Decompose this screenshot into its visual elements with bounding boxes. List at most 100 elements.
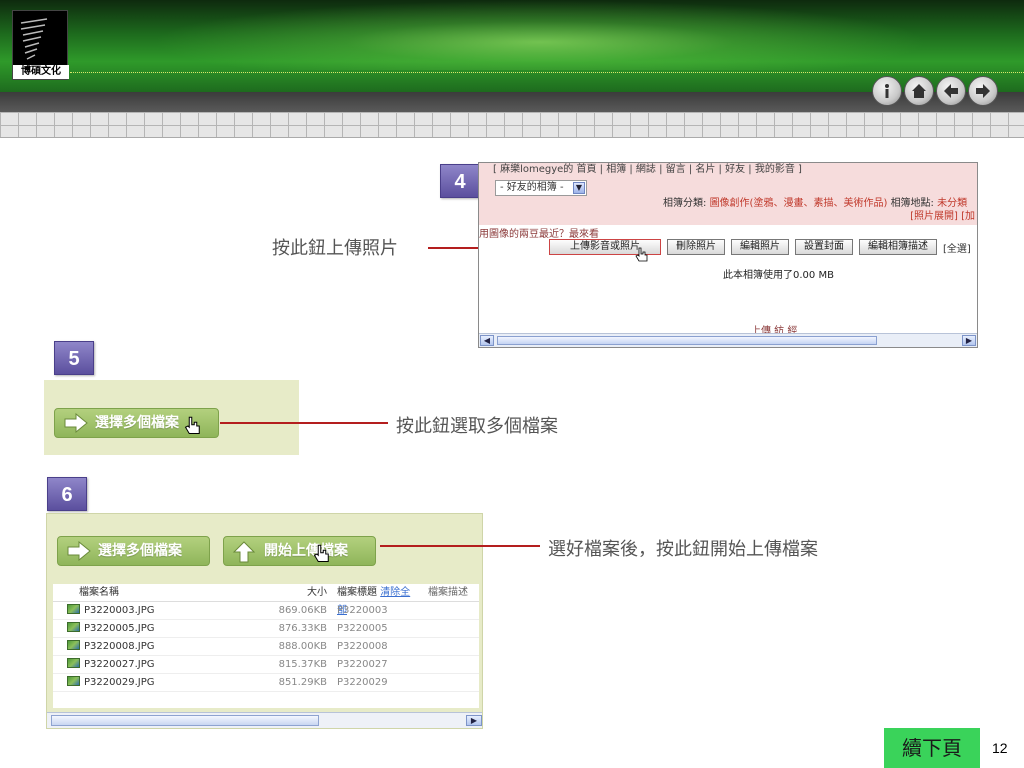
file-description[interactable] xyxy=(417,638,479,655)
next-page-button[interactable]: 續下頁 xyxy=(884,728,980,768)
chevron-down-icon[interactable]: ▼ xyxy=(573,182,585,194)
hand-cursor-icon xyxy=(184,416,200,434)
file-name-cell: P3220005.JPG xyxy=(53,620,263,637)
file-size: 815.37KB xyxy=(278,659,327,670)
grid-band xyxy=(0,112,1024,138)
header-dotted-line xyxy=(70,72,1024,73)
hand-cursor-icon xyxy=(635,247,648,262)
album-top-nav[interactable]: [ 麻樂lomegye的 首頁 | 相簿 | 網誌 | 留言 | 名片 | 好友… xyxy=(493,163,802,175)
category-value[interactable]: 圖像創作(塗鴉、漫畫、素描、美術作品) xyxy=(710,198,888,209)
header-bottom-bar xyxy=(0,92,1024,112)
step-5-callout: 按此鈕選取多個檔案 xyxy=(396,416,558,437)
file-description[interactable] xyxy=(417,620,479,637)
file-title[interactable]: P3220027 xyxy=(333,656,417,673)
file-name: P3220008.JPG xyxy=(84,641,155,652)
select-multiple-files-label: 選擇多個檔案 xyxy=(98,543,182,559)
file-rows: P3220003.JPG 869.06KB P3220003 P3220005.JPG… xyxy=(53,602,479,692)
right-arrow-icon xyxy=(67,541,91,561)
step-6-badge: 6 xyxy=(47,477,87,511)
file-description[interactable] xyxy=(417,674,479,691)
file-title[interactable]: P3220003 xyxy=(333,602,417,619)
logo-text: 博碩文化 xyxy=(13,65,69,79)
header-file-name: 檔案名稱 xyxy=(79,587,119,598)
horizontal-scrollbar[interactable]: ◀ ▶ xyxy=(479,333,977,347)
header-file-title-label: 檔案標題 xyxy=(337,587,377,598)
select-files-screenshot: 選擇多個檔案 xyxy=(44,380,299,455)
file-size: 876.33KB xyxy=(278,623,327,634)
forward-arrow-icon[interactable] xyxy=(968,76,998,106)
hand-cursor-icon xyxy=(313,544,329,562)
home-icon[interactable] xyxy=(904,76,934,106)
logo-mark-icon xyxy=(20,18,48,60)
album-usage-text: 此本相簿使用了0.00 MB xyxy=(723,270,834,281)
file-name: P3220027.JPG xyxy=(84,659,155,670)
table-row[interactable]: P3220008.JPG 888.00KB P3220008 xyxy=(53,638,479,656)
header-file-title: 檔案標題 清除全部 xyxy=(333,584,417,616)
file-name-cell: P3220003.JPG xyxy=(53,602,263,619)
album-select[interactable]: - 好友的相簿 - ▼ xyxy=(495,180,587,196)
file-size: 888.00KB xyxy=(278,641,327,652)
file-size: 869.06KB xyxy=(278,605,327,616)
select-all-link[interactable]: [全選] xyxy=(943,240,971,255)
header-banner: 博碩文化 xyxy=(0,0,1024,112)
step-5-callout-line xyxy=(220,422,388,424)
image-file-icon xyxy=(67,658,80,668)
slide-nav-buttons xyxy=(872,76,998,106)
album-select-value: - 好友的相簿 - xyxy=(500,182,564,193)
info-icon[interactable] xyxy=(872,76,902,106)
select-multiple-files-label: 選擇多個檔案 xyxy=(95,415,179,431)
edit-photo-button[interactable]: 編輯照片 xyxy=(731,239,789,255)
page-number: 12 xyxy=(992,740,1008,756)
set-cover-button[interactable]: 設置封面 xyxy=(795,239,853,255)
table-row[interactable]: P3220027.JPG 815.37KB P3220027 xyxy=(53,656,479,674)
file-name-cell: P3220029.JPG xyxy=(53,674,263,691)
table-row[interactable]: P3220005.JPG 876.33KB P3220005 xyxy=(53,620,479,638)
publisher-logo: 博碩文化 xyxy=(12,10,69,80)
file-name-cell: P3220008.JPG xyxy=(53,638,263,655)
scroll-left-icon[interactable]: ◀ xyxy=(480,335,494,346)
album-action-buttons: 上傳影音或照片 刪除照片 編輯照片 設置封面 編輯相簿描述 [全選] xyxy=(549,239,971,255)
image-file-icon xyxy=(67,622,80,632)
file-description[interactable] xyxy=(417,656,479,673)
album-tip-link[interactable]: 用圖像的兩豆最近？最來看 xyxy=(479,225,599,240)
step-4-callout: 按此鈕上傳照片 xyxy=(272,238,398,259)
header-file-size: 大小 xyxy=(307,587,327,598)
file-queue-table: 檔案名稱 大小 檔案標題 清除全部 檔案描述 P3220003.JPG 869.0… xyxy=(53,584,479,708)
file-name: P3220029.JPG xyxy=(84,677,155,688)
scrollbar-thumb[interactable] xyxy=(51,715,319,726)
step-5-badge: 5 xyxy=(54,341,94,375)
edit-album-description-button[interactable]: 編輯相簿描述 xyxy=(859,239,937,255)
table-row[interactable]: P3220003.JPG 869.06KB P3220003 xyxy=(53,602,479,620)
file-title[interactable]: P3220029 xyxy=(333,674,417,691)
scroll-right-icon[interactable]: ▶ xyxy=(466,715,482,726)
photo-expand-link[interactable]: [照片展開] [加 xyxy=(910,207,975,222)
select-multiple-files-button-2[interactable]: 選擇多個檔案 xyxy=(57,536,210,566)
right-arrow-icon xyxy=(64,413,88,433)
file-name: P3220003.JPG xyxy=(84,605,155,616)
start-upload-label: 開始上傳檔案 xyxy=(264,543,348,559)
step-6-callout-line xyxy=(380,545,540,547)
start-upload-button[interactable]: 開始上傳檔案 xyxy=(223,536,376,566)
step-4-badge: 4 xyxy=(440,164,480,198)
scroll-right-icon[interactable]: ▶ xyxy=(962,335,976,346)
file-name: P3220005.JPG xyxy=(84,623,155,634)
table-row[interactable]: P3220029.JPG 851.29KB P3220029 xyxy=(53,674,479,692)
header-file-description: 檔案描述 xyxy=(428,587,468,598)
up-arrow-icon xyxy=(232,541,256,563)
image-file-icon xyxy=(67,640,80,650)
album-page-screenshot: [ 麻樂lomegye的 首頁 | 相簿 | 網誌 | 留言 | 名片 | 好友… xyxy=(478,162,978,348)
file-table-header: 檔案名稱 大小 檔案標題 清除全部 檔案描述 xyxy=(53,584,479,616)
delete-photo-button[interactable]: 刪除照片 xyxy=(667,239,725,255)
file-size: 851.29KB xyxy=(278,677,327,688)
horizontal-scrollbar[interactable]: ▶ xyxy=(47,712,482,728)
image-file-icon xyxy=(67,604,80,614)
file-name-cell: P3220027.JPG xyxy=(53,656,263,673)
category-label: 相簿分類: xyxy=(663,198,707,209)
header-light-streak xyxy=(150,0,930,70)
scrollbar-thumb[interactable] xyxy=(497,336,877,345)
file-title[interactable]: P3220005 xyxy=(333,620,417,637)
step-6-callout: 選好檔案後，按此鈕開始上傳檔案 xyxy=(548,539,818,560)
file-title[interactable]: P3220008 xyxy=(333,638,417,655)
back-arrow-icon[interactable] xyxy=(936,76,966,106)
file-description[interactable] xyxy=(417,602,479,619)
